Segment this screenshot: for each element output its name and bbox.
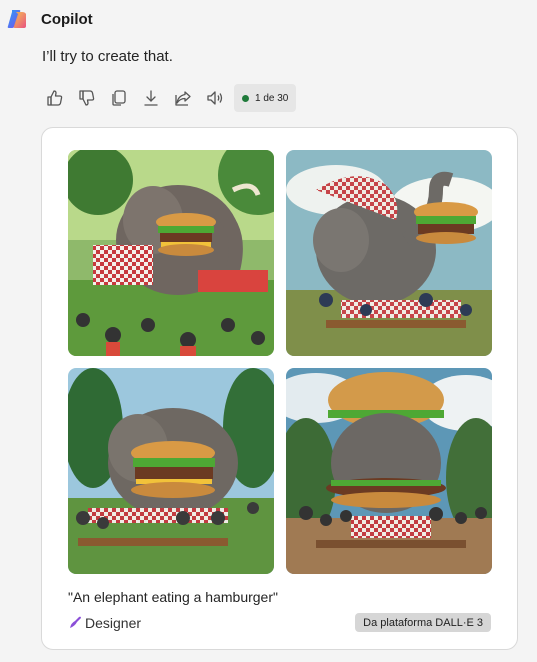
image-result-card: "An elephant eating a hamburger" Designe… bbox=[41, 127, 518, 650]
platform-badge: Da plataforma DALL·E 3 bbox=[355, 613, 491, 632]
copy-icon[interactable] bbox=[110, 89, 128, 107]
generated-image-1[interactable] bbox=[68, 150, 274, 356]
generated-image-3[interactable] bbox=[68, 368, 274, 574]
designer-link[interactable]: Designer bbox=[68, 614, 141, 632]
counter-label: 1 de 30 bbox=[255, 92, 289, 104]
thumbs-up-icon[interactable] bbox=[46, 89, 64, 107]
designer-label: Designer bbox=[85, 615, 142, 631]
assistant-message: I’ll try to create that. bbox=[42, 48, 173, 65]
chat-header: Copilot bbox=[6, 8, 93, 30]
download-icon[interactable] bbox=[142, 89, 160, 107]
image-prompt: "An elephant eating a hamburger" bbox=[68, 589, 278, 605]
thumbs-down-icon[interactable] bbox=[78, 89, 96, 107]
image-counter: 1 de 30 bbox=[234, 84, 297, 112]
generated-image-2[interactable] bbox=[286, 150, 492, 356]
share-icon[interactable] bbox=[174, 89, 192, 107]
status-dot bbox=[242, 94, 249, 102]
message-actions: 1 de 30 bbox=[46, 84, 297, 112]
copilot-logo-icon bbox=[6, 8, 28, 30]
speaker-icon[interactable] bbox=[206, 89, 224, 107]
designer-icon bbox=[70, 616, 81, 628]
generated-image-4[interactable] bbox=[286, 368, 492, 574]
app-title: Copilot bbox=[41, 10, 93, 28]
